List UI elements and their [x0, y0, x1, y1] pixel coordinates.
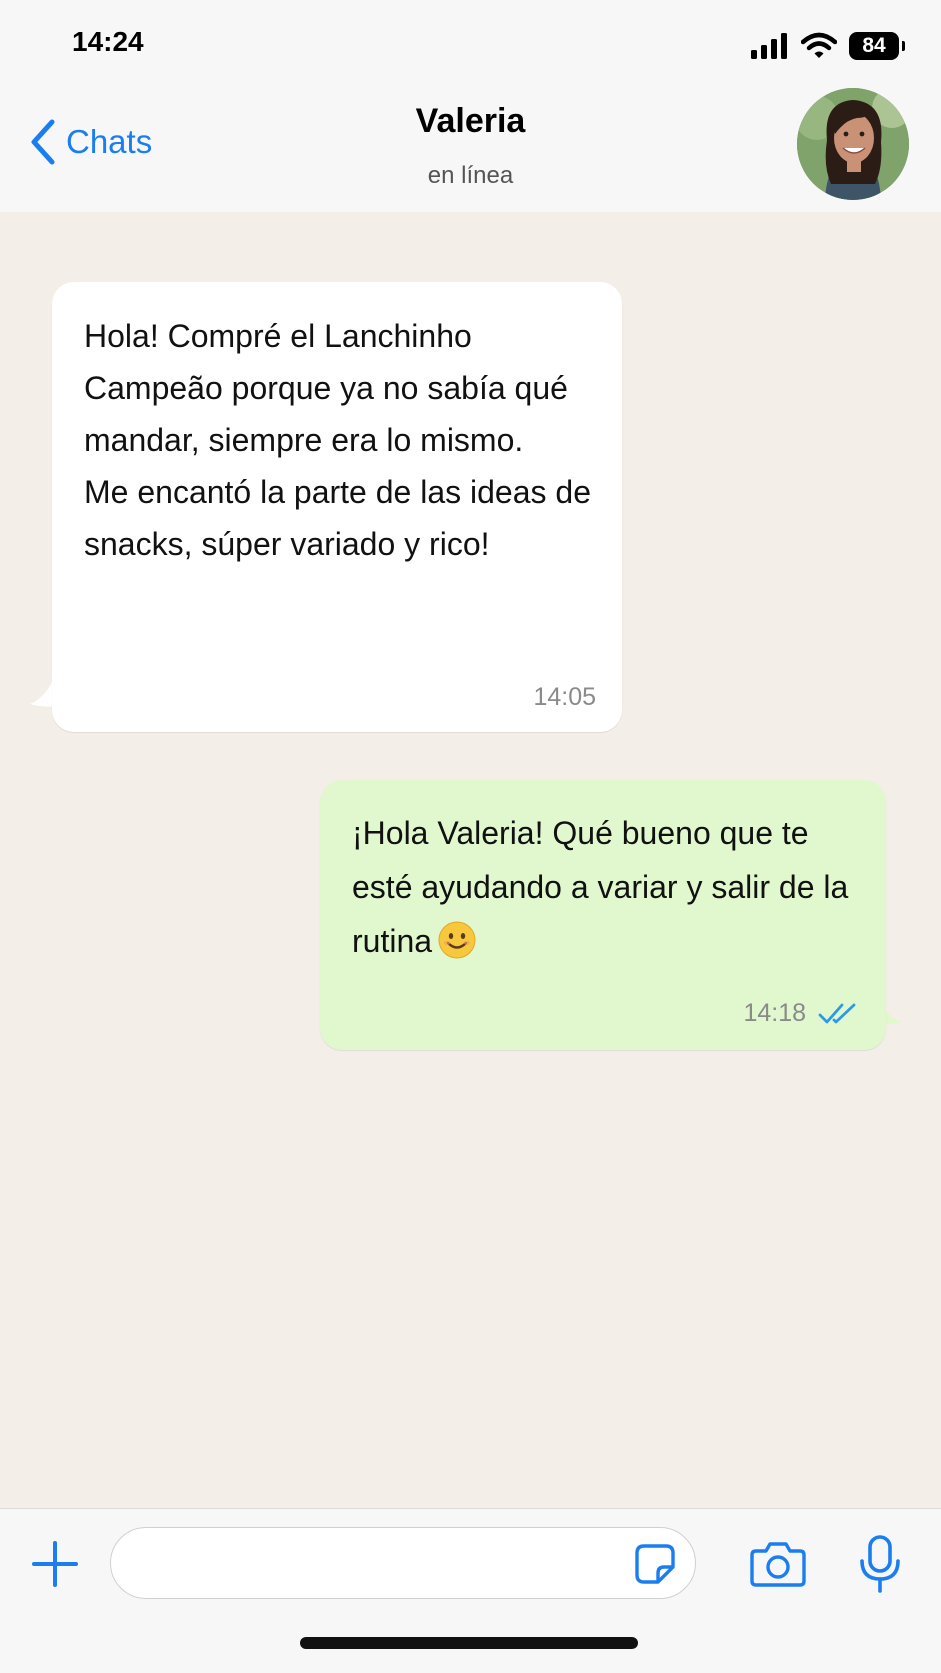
status-time: 14:24 — [72, 26, 144, 57]
message-input[interactable] — [110, 1527, 696, 1599]
outgoing-message[interactable]: ¡Hola Valeria! Qué bueno que te esté ayu… — [320, 780, 886, 1050]
message-time: 14:05 — [533, 683, 596, 711]
sticker-icon[interactable] — [634, 1543, 676, 1585]
status-icons: 84 — [751, 28, 905, 64]
avatar-photo — [797, 88, 909, 200]
chat-header: Chats Valeria en línea — [0, 88, 941, 213]
wifi-icon — [801, 32, 837, 58]
double-check-icon — [818, 1003, 856, 1023]
message-text-body: ¡Hola Valeria! Qué bueno que te esté ayu… — [352, 815, 849, 959]
message-time: 14:18 — [743, 999, 806, 1027]
avatar[interactable] — [797, 88, 909, 200]
chat-area[interactable]: Hola! Compré el Lanchinho Campeão porque… — [0, 212, 941, 1508]
plus-icon[interactable] — [30, 1539, 80, 1589]
composer-bar — [0, 1508, 941, 1673]
signal-icon — [751, 33, 787, 59]
incoming-message[interactable]: Hola! Compré el Lanchinho Campeão porque… — [52, 282, 622, 732]
message-text: ¡Hola Valeria! Qué bueno que te esté ayu… — [352, 806, 862, 968]
battery-icon: 84 — [849, 32, 905, 60]
battery-level: 84 — [862, 34, 886, 57]
contact-status: en línea — [427, 162, 514, 189]
message-meta: 14:18 — [743, 999, 858, 1028]
home-indicator[interactable] — [300, 1637, 638, 1649]
status-bar: 14:24 84 — [0, 0, 941, 88]
microphone-icon[interactable] — [858, 1535, 902, 1593]
camera-icon[interactable] — [750, 1539, 806, 1589]
message-text: Hola! Compré el Lanchinho Campeão porque… — [84, 318, 591, 562]
smiling-face-emoji-icon — [438, 921, 476, 959]
